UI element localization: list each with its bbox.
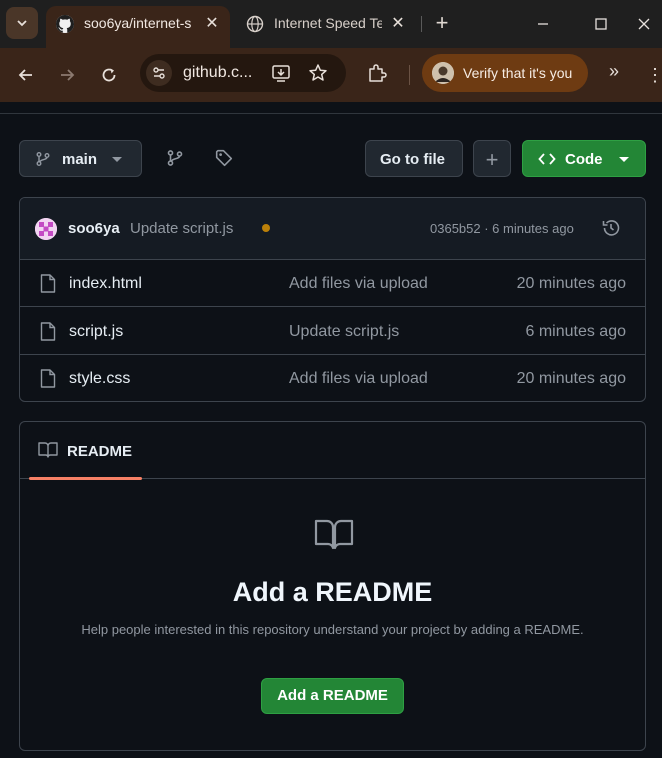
code-button[interactable]: Code (522, 140, 646, 177)
install-app-icon[interactable] (270, 62, 292, 84)
readme-tab-bar: README (20, 422, 645, 480)
address-text: github.c... (183, 64, 253, 81)
add-file-button[interactable]: + (473, 140, 511, 177)
readme-panel: README Add a README Help people interest… (19, 421, 646, 751)
window-close-icon[interactable] (630, 12, 658, 36)
file-age: 20 minutes ago (516, 370, 626, 387)
profile-avatar (432, 62, 454, 84)
browser-chrome: soo6ya/internet-speed-test ✕ Internet Sp… (0, 0, 662, 102)
tab-close-icon[interactable]: ✕ (388, 13, 408, 33)
book-icon (38, 442, 58, 458)
file-age: 20 minutes ago (516, 275, 626, 292)
branches-icon[interactable] (166, 149, 186, 169)
branch-selector-button[interactable]: main (19, 140, 142, 177)
caret-down-icon (619, 157, 629, 162)
file-commit-message[interactable]: Add files via upload (289, 275, 428, 293)
active-tab-underline (29, 477, 142, 480)
readme-empty-description: Help people interested in this repositor… (81, 622, 584, 637)
page-divider (0, 113, 662, 114)
github-icon (56, 15, 74, 33)
history-icon[interactable] (600, 217, 622, 239)
browser-menu-icon[interactable]: ⋮ (646, 62, 662, 88)
address-bar[interactable]: github.c... (140, 54, 346, 92)
tag-icon[interactable] (215, 149, 235, 169)
commit-status-dot[interactable] (262, 224, 270, 232)
add-readme-button[interactable]: Add a README (261, 678, 404, 714)
tab-title: soo6ya/internet-speed-test (84, 15, 192, 31)
maximize-icon[interactable] (587, 12, 615, 36)
globe-icon (246, 15, 264, 33)
more-tools-button[interactable]: » (601, 61, 627, 82)
file-commit-message[interactable]: Update script.js (289, 323, 399, 341)
go-to-file-label: Go to file (380, 151, 445, 168)
tab-github[interactable]: soo6ya/internet-speed-test ✕ (46, 6, 230, 48)
caret-down-icon (112, 157, 122, 162)
tab-close-icon[interactable]: ✕ (202, 13, 222, 33)
commit-author[interactable]: soo6ya (68, 220, 120, 237)
table-row[interactable]: script.js Update script.js 6 minutes ago (20, 308, 645, 355)
tab-strip: soo6ya/internet-speed-test ✕ Internet Sp… (0, 0, 662, 48)
chevron-down-icon (17, 20, 27, 27)
reload-icon[interactable] (95, 61, 123, 89)
extensions-puzzle-icon[interactable] (366, 62, 388, 84)
file-table: soo6ya Update script.js 0365b52 · 6 minu… (19, 197, 646, 402)
table-row[interactable]: style.css Add files via upload 20 minute… (20, 355, 645, 401)
code-label: Code (565, 151, 603, 168)
back-arrow-icon[interactable] (12, 61, 40, 89)
latest-commit-bar: soo6ya Update script.js 0365b52 · 6 minu… (20, 198, 645, 260)
readme-tab-label: README (67, 443, 133, 460)
file-name-link[interactable]: script.js (69, 323, 123, 341)
commit-message[interactable]: Update script.js (130, 220, 233, 237)
file-name-link[interactable]: style.css (69, 370, 130, 388)
file-icon (40, 369, 56, 388)
minimize-icon[interactable] (529, 12, 557, 36)
avatar[interactable] (35, 218, 57, 240)
branch-name: main (62, 151, 98, 168)
browser-toolbar: github.c... Verify that it's you » ⋮ (0, 48, 662, 102)
tab-speed-test[interactable]: Internet Speed Test ✕ (236, 6, 416, 42)
tab-title: Internet Speed Test (274, 15, 382, 31)
file-icon (40, 322, 56, 341)
code-brackets-icon (538, 153, 556, 165)
go-to-file-button[interactable]: Go to file (365, 140, 463, 177)
toolbar-divider (409, 65, 410, 85)
tab-search-button[interactable] (6, 7, 38, 39)
tab-divider (421, 16, 422, 32)
new-tab-button[interactable]: + (428, 11, 456, 35)
file-name-link[interactable]: index.html (69, 275, 142, 293)
table-row[interactable]: index.html Add files via upload 20 minut… (20, 260, 645, 307)
git-branch-icon (36, 152, 50, 166)
forward-arrow-icon[interactable] (53, 61, 81, 89)
site-settings-icon[interactable] (146, 60, 172, 86)
readme-empty-title: Add a README (232, 577, 433, 607)
plus-icon: + (485, 147, 499, 172)
file-commit-message[interactable]: Add files via upload (289, 370, 428, 388)
commit-meta[interactable]: 0365b52 · 6 minutes ago (430, 221, 574, 236)
verify-label: Verify that it's you (463, 65, 573, 81)
bookmark-star-icon[interactable] (307, 62, 329, 84)
file-age: 6 minutes ago (525, 323, 626, 340)
tab-readme[interactable]: README (29, 422, 142, 480)
verify-identity-button[interactable]: Verify that it's you (422, 54, 588, 92)
file-icon (40, 274, 56, 293)
book-icon (314, 519, 354, 550)
